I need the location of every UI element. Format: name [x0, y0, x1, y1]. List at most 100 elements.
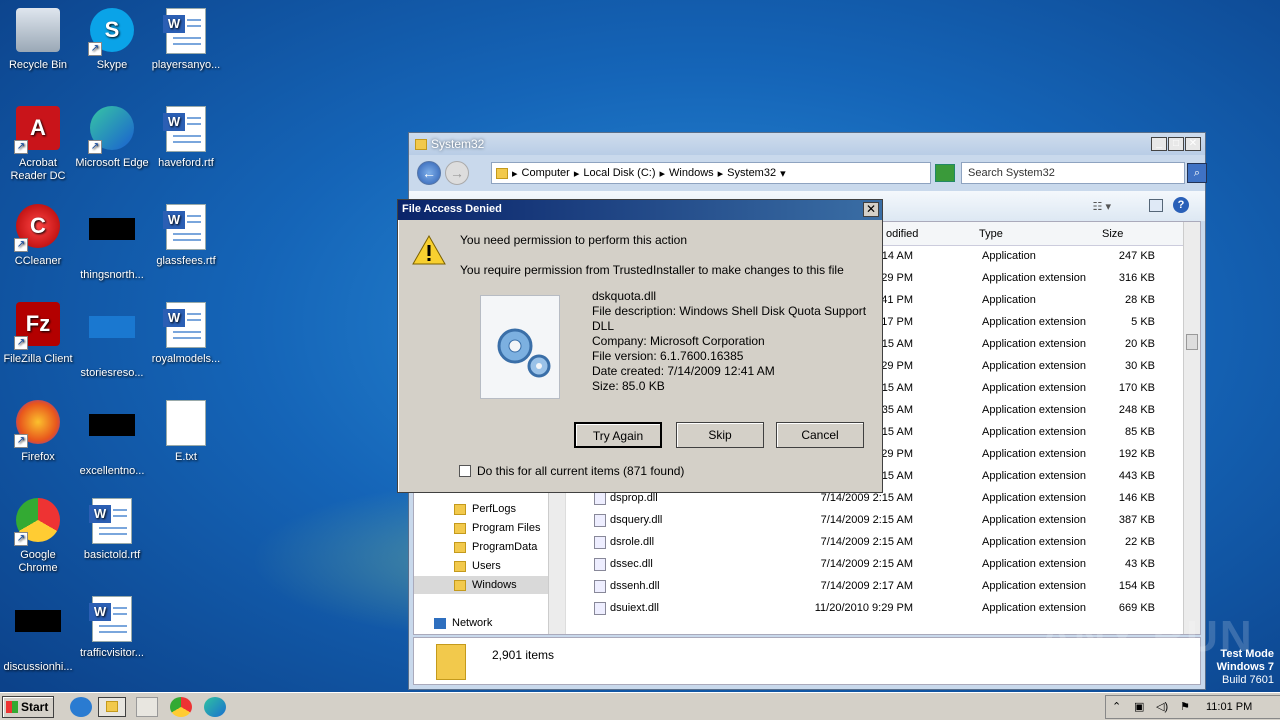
help-icon[interactable]: ?	[1173, 197, 1189, 213]
file-size: Size: 85.0 KB	[592, 379, 665, 393]
chrome-icon[interactable]	[170, 697, 192, 717]
nav-item[interactable]: Program Files	[454, 519, 540, 537]
nav-item[interactable]: Users	[454, 557, 501, 575]
nav-item-selected[interactable]: Windows	[414, 576, 550, 594]
start-button[interactable]: Start	[2, 696, 54, 718]
word-document-icon: W	[162, 204, 210, 252]
skip-button[interactable]: Skip	[676, 422, 764, 448]
back-button[interactable]: ←	[417, 161, 441, 185]
app-icon	[88, 316, 136, 364]
shortcut-arrow-icon: ↗	[88, 140, 102, 154]
desktop-icon[interactable]: Wbasictold.rtf	[74, 498, 150, 562]
desktop-icon[interactable]: A ↗ Acrobat Reader DC	[0, 106, 76, 183]
file-size: 22 KB	[1125, 536, 1155, 548]
apply-all-checkbox[interactable]	[459, 465, 471, 477]
file-size: 28 KB	[1125, 294, 1155, 306]
taskbar: Start ⌃ ▣ ◁) ⚑ 11:01 PM	[0, 692, 1280, 720]
try-again-button[interactable]: Try Again	[574, 422, 662, 448]
file-list-scrollbar[interactable]	[1183, 222, 1200, 634]
folder-icon	[496, 167, 508, 179]
desktop-icon[interactable]: C ↗ CCleaner	[0, 204, 76, 268]
desktop-icon[interactable]: ↗ Microsoft Edge	[74, 106, 150, 170]
maximize-button[interactable]: □	[1168, 137, 1184, 151]
address-bar[interactable]: ▸ Computer ▸ Local Disk (C:) ▸ Windows ▸ Sys…	[491, 162, 931, 184]
minimize-button[interactable]: _	[1151, 137, 1167, 151]
cancel-button[interactable]: Cancel	[776, 422, 864, 448]
desktop-icon-label: basictold.rtf	[83, 549, 141, 561]
file-type: Application extension	[982, 558, 1086, 570]
views-icon[interactable]: ☷ ▾	[1093, 200, 1111, 213]
scroll-thumb[interactable]	[1186, 334, 1198, 350]
file-row[interactable]: dsquery.dll 7/14/2009 2:15 AM Application …	[582, 510, 1183, 532]
file-date: 7/14/2009 2:17 AM	[820, 580, 913, 592]
file-name: dssenh.dll	[610, 580, 660, 592]
file-row[interactable]: dssenh.dll 7/14/2009 2:17 AM Application e…	[582, 576, 1183, 598]
desktop-icon[interactable]: Wtrafficvisitor...	[74, 596, 150, 660]
desktop-icon[interactable]: Fz ↗ FileZilla Client	[0, 302, 76, 366]
breadcrumb-item[interactable]: Windows	[669, 167, 714, 179]
desktop-icon[interactable]: ↗ Google Chrome	[0, 498, 76, 575]
ie-icon[interactable]	[70, 697, 92, 717]
explorer-taskbar-button[interactable]	[98, 697, 126, 717]
network-icon	[434, 617, 446, 629]
file-type: Application extension	[982, 470, 1086, 482]
dialog-titlebar[interactable]: File Access Denied ✕	[398, 200, 882, 220]
file-size: 43 KB	[1125, 558, 1155, 570]
desktop-icon[interactable]: Recycle Bin	[0, 8, 76, 72]
file-row[interactable]: dsrole.dll 7/14/2009 2:15 AM Application e…	[582, 532, 1183, 554]
file-access-denied-dialog: File Access Denied ✕ You need permission…	[397, 199, 883, 493]
address-bar-area: ← → ▸ Computer ▸ Local Disk (C:) ▸ Windows …	[413, 159, 1207, 187]
clock[interactable]: 11:01 PM	[1206, 701, 1252, 713]
folder-icon	[454, 579, 466, 591]
desktop-icon[interactable]: thingsnorth...	[74, 204, 150, 282]
forward-button[interactable]: →	[445, 161, 469, 185]
word-document-icon: W	[162, 106, 210, 154]
desktop-icon[interactable]: Wroyalmodels...	[148, 302, 224, 366]
skype-icon: S ↗	[88, 8, 136, 56]
desktop-icon-label: CCleaner	[14, 255, 62, 267]
desktop-icon-label: storiesreso...	[80, 367, 144, 379]
text-document-icon	[162, 400, 210, 448]
desktop-icon[interactable]: Wplayersanyo...	[148, 8, 224, 72]
nav-item[interactable]: ProgramData	[454, 538, 537, 556]
apply-all-option[interactable]: Do this for all current items (871 found…	[459, 464, 684, 478]
desktop-icon[interactable]: discussionhi...	[0, 596, 76, 674]
column-type[interactable]: Type	[979, 228, 1003, 240]
desktop-icon[interactable]: storiesreso...	[74, 302, 150, 380]
item-count: 2,901 items	[492, 648, 555, 662]
volume-icon[interactable]: ◁)	[1156, 700, 1168, 713]
column-date-modified[interactable]: odified	[886, 228, 918, 240]
folder-icon	[454, 503, 466, 515]
nav-item[interactable]: PerfLogs	[454, 500, 516, 518]
edge-icon: ↗	[88, 106, 136, 154]
breadcrumb-item[interactable]: Local Disk (C:)	[583, 167, 655, 179]
nav-item-network[interactable]: Network	[434, 614, 492, 632]
dll-file-icon	[594, 580, 606, 593]
shortcut-arrow-icon: ↗	[88, 42, 102, 56]
breadcrumb-item[interactable]: System32	[727, 167, 776, 179]
preview-pane-icon[interactable]	[1149, 199, 1163, 212]
file-size: 154 KB	[1118, 580, 1155, 592]
file-row[interactable]: dssec.dll 7/14/2009 2:15 AM Application ex…	[582, 554, 1183, 576]
file-type: Application	[982, 250, 1036, 262]
dialog-close-button[interactable]: ✕	[863, 202, 879, 217]
system-tray: ⌃ ▣ ◁) ⚑ 11:01 PM	[1105, 695, 1280, 719]
action-center-icon[interactable]: ⚑	[1180, 700, 1190, 713]
desktop-icon[interactable]: excellentno...	[74, 400, 150, 478]
desktop-icon[interactable]: Whaveford.rtf	[148, 106, 224, 170]
refresh-icon[interactable]	[935, 164, 955, 182]
network-tray-icon[interactable]: ▣	[1134, 700, 1144, 713]
media-player-icon[interactable]	[136, 697, 158, 717]
search-input[interactable]: Search System32	[961, 162, 1185, 184]
explorer-titlebar[interactable]: System32 _ □ ✕	[409, 133, 1205, 155]
column-size[interactable]: Size	[1102, 228, 1123, 240]
desktop-icon[interactable]: E.txt	[148, 400, 224, 464]
desktop-icon[interactable]: Wglassfees.rtf	[148, 204, 224, 268]
search-icon[interactable]: ⌕	[1187, 163, 1207, 183]
desktop-icon[interactable]: S ↗ Skype	[74, 8, 150, 72]
close-button[interactable]: ✕	[1185, 137, 1201, 151]
breadcrumb-item[interactable]: Computer	[522, 167, 570, 179]
edge-icon[interactable]	[204, 697, 226, 717]
tray-expand-icon[interactable]: ⌃	[1112, 700, 1121, 713]
desktop-icon[interactable]: ↗ Firefox	[0, 400, 76, 464]
